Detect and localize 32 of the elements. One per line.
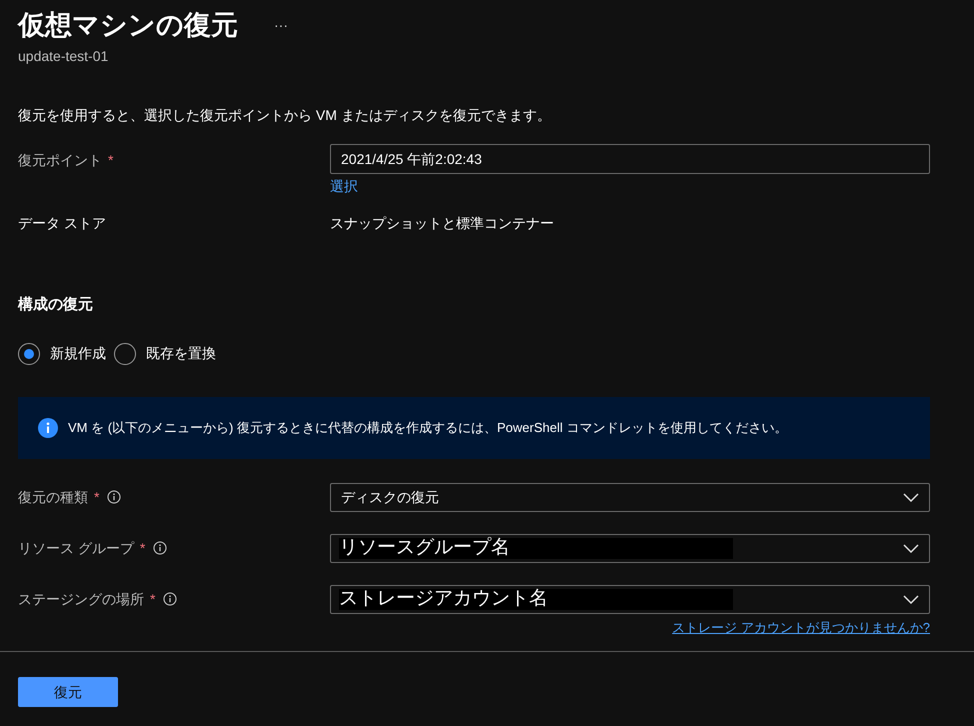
dropdown[interactable]: ストレージアカウント名 <box>330 584 930 614</box>
field-label: 復元の種類 <box>18 488 88 506</box>
subtitle: update-test-01 <box>18 47 110 66</box>
page-title: 仮想マシンの復元 <box>18 9 238 42</box>
dropdown[interactable]: リソースグループ名 <box>330 534 930 562</box>
info-icon[interactable] <box>153 541 168 555</box>
select-link[interactable]: 選択 <box>330 176 358 197</box>
chevron-down-icon <box>903 492 919 502</box>
field-value: スナップショットと標準コンテナー <box>330 214 554 233</box>
restore-button[interactable]: 復元 <box>18 677 118 707</box>
dropdown[interactable]: ディスクの復元 <box>330 482 930 512</box>
date-field[interactable]: 2021/4/25 午前2:02:43 <box>330 144 930 174</box>
required-asterisk: * <box>140 538 146 558</box>
chevron-down-icon <box>903 594 919 604</box>
info-icon <box>38 418 58 438</box>
chevron-down-icon <box>903 544 919 552</box>
description: 復元を使用すると、選択した復元ポイントから VM またはディスクを復元できます。 <box>18 106 552 125</box>
field-label: リソース グループ <box>18 538 134 558</box>
more-button[interactable]: ··· <box>270 14 292 36</box>
section-heading: 構成の復元 <box>18 295 94 315</box>
required-asterisk: * <box>108 151 114 170</box>
required-asterisk: * <box>94 488 100 506</box>
storage-account-link[interactable]: ストレージ アカウントが見つかりませんか? <box>672 618 930 637</box>
info-icon[interactable] <box>107 490 122 504</box>
field-label: データ ストア <box>18 214 107 233</box>
info-message: VM を (以下のメニューから) 復元するときに代替の構成を作成するには、PowerShell コマンドレットを使用してください。 <box>68 418 788 437</box>
field-label: ステージングの場所 <box>18 590 144 608</box>
radio-option[interactable]: 既存を置換 <box>114 342 216 364</box>
radio-option[interactable]: 新規作成 <box>18 342 106 364</box>
required-asterisk: * <box>150 590 156 608</box>
info-icon[interactable] <box>163 592 178 606</box>
field-label: 復元ポイント <box>18 151 102 170</box>
